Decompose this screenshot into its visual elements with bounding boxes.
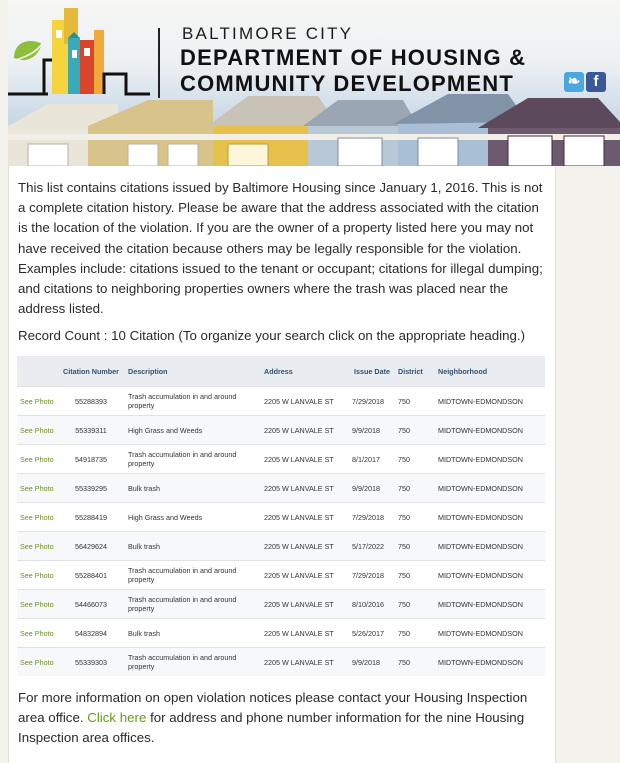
table-row: See Photo 55288419 High Grass and Weeds … bbox=[17, 502, 545, 532]
citation-neighborhood: MIDTOWN-EDMONDSON bbox=[435, 531, 545, 561]
citation-issue-date: 8/10/2016 bbox=[349, 589, 395, 619]
citation-neighborhood: MIDTOWN-EDMONDSON bbox=[435, 589, 545, 619]
citation-neighborhood: MIDTOWN-EDMONDSON bbox=[435, 473, 545, 503]
table-row: See Photo 54466073 Trash accumulation in… bbox=[17, 589, 545, 619]
citation-number: 56429624 bbox=[57, 531, 125, 561]
table-row: See Photo 55288401 Trash accumulation in… bbox=[17, 560, 545, 590]
citation-number: 55288393 bbox=[57, 386, 125, 416]
citation-address: 2205 W LANVALE ST bbox=[261, 386, 349, 416]
col-address-header[interactable]: Address bbox=[261, 356, 349, 387]
citation-address: 2205 W LANVALE ST bbox=[261, 502, 349, 532]
citation-district: 750 bbox=[395, 444, 435, 474]
table-header-row: Citation Number Description Address Issu… bbox=[17, 356, 545, 387]
citation-district: 750 bbox=[395, 647, 435, 676]
citation-neighborhood: MIDTOWN-EDMONDSON bbox=[435, 415, 545, 445]
col-issue-date-header[interactable]: Issue Date bbox=[349, 356, 395, 387]
citation-address: 2205 W LANVALE ST bbox=[261, 589, 349, 619]
citation-address: 2205 W LANVALE ST bbox=[261, 618, 349, 648]
record-count: Record Count : 10 Citation (To organize … bbox=[18, 328, 526, 343]
col-citation-number-header[interactable]: Citation Number bbox=[57, 356, 125, 387]
citation-address: 2205 W LANVALE ST bbox=[261, 531, 349, 561]
citation-address: 2205 W LANVALE ST bbox=[261, 415, 349, 445]
col-description-header[interactable]: Description bbox=[125, 356, 261, 387]
citation-district: 750 bbox=[395, 502, 435, 532]
citation-number: 55339311 bbox=[57, 415, 125, 445]
see-photo-link[interactable]: See Photo bbox=[17, 618, 57, 648]
citation-district: 750 bbox=[395, 589, 435, 619]
see-photo-link[interactable]: See Photo bbox=[17, 386, 57, 416]
citation-issue-date: 8/1/2017 bbox=[349, 444, 395, 474]
citation-neighborhood: MIDTOWN-EDMONDSON bbox=[435, 386, 545, 416]
citation-description: Trash accumulation in and around propert… bbox=[125, 647, 261, 676]
click-here-link[interactable]: Click here bbox=[87, 710, 146, 725]
see-photo-link[interactable]: See Photo bbox=[17, 473, 57, 503]
citation-description: Trash accumulation in and around propert… bbox=[125, 560, 261, 590]
citation-district: 750 bbox=[395, 531, 435, 561]
footer-info: For more information on open violation n… bbox=[18, 688, 546, 749]
citation-issue-date: 9/9/2018 bbox=[349, 647, 395, 676]
citation-description: Bulk trash bbox=[125, 618, 261, 648]
citation-address: 2205 W LANVALE ST bbox=[261, 647, 349, 676]
citation-issue-date: 7/29/2018 bbox=[349, 386, 395, 416]
citation-neighborhood: MIDTOWN-EDMONDSON bbox=[435, 618, 545, 648]
citation-issue-date: 7/29/2018 bbox=[349, 560, 395, 590]
table-row: See Photo 55339311 High Grass and Weeds … bbox=[17, 415, 545, 445]
citation-district: 750 bbox=[395, 560, 435, 590]
citation-number: 54466073 bbox=[57, 589, 125, 619]
citation-description: Trash accumulation in and around propert… bbox=[125, 386, 261, 416]
citations-table: Citation Number Description Address Issu… bbox=[17, 356, 545, 676]
citation-description: Trash accumulation in and around propert… bbox=[125, 444, 261, 474]
table-row: See Photo 55339303 Trash accumulation in… bbox=[17, 647, 545, 676]
citation-district: 750 bbox=[395, 386, 435, 416]
table-row: See Photo 54918735 Trash accumulation in… bbox=[17, 444, 545, 474]
see-photo-link[interactable]: See Photo bbox=[17, 647, 57, 676]
citation-district: 750 bbox=[395, 618, 435, 648]
table-row: See Photo 54832894 Bulk trash 2205 W LAN… bbox=[17, 618, 545, 648]
citation-number: 54832894 bbox=[57, 618, 125, 648]
citation-address: 2205 W LANVALE ST bbox=[261, 473, 349, 503]
header-banner: BALTIMORE CITY DEPARTMENT OF HOUSING & C… bbox=[8, 0, 620, 166]
see-photo-link[interactable]: See Photo bbox=[17, 502, 57, 532]
citation-address: 2205 W LANVALE ST bbox=[261, 560, 349, 590]
citation-number: 54918735 bbox=[57, 444, 125, 474]
table-row: See Photo 56429624 Bulk trash 2205 W LAN… bbox=[17, 531, 545, 561]
dhcd-logo-icon bbox=[8, 8, 150, 96]
see-photo-link[interactable]: See Photo bbox=[17, 531, 57, 561]
citation-number: 55339295 bbox=[57, 473, 125, 503]
see-photo-link[interactable]: See Photo bbox=[17, 415, 57, 445]
see-photo-link[interactable]: See Photo bbox=[17, 444, 57, 474]
col-district-header[interactable]: District bbox=[395, 356, 435, 387]
citation-issue-date: 9/9/2018 bbox=[349, 415, 395, 445]
citation-description: High Grass and Weeds bbox=[125, 502, 261, 532]
see-photo-link[interactable]: See Photo bbox=[17, 589, 57, 619]
col-photo-header bbox=[17, 356, 57, 387]
citation-neighborhood: MIDTOWN-EDMONDSON bbox=[435, 647, 545, 676]
citation-issue-date: 7/29/2018 bbox=[349, 502, 395, 532]
intro-paragraph: This list contains citations issued by B… bbox=[18, 180, 543, 317]
col-neighborhood-header[interactable]: Neighborhood bbox=[435, 356, 545, 387]
citation-number: 55288419 bbox=[57, 502, 125, 532]
citation-issue-date: 5/17/2022 bbox=[349, 531, 395, 561]
citation-description: Bulk trash bbox=[125, 473, 261, 503]
citation-issue-date: 9/9/2018 bbox=[349, 473, 395, 503]
citation-description: Bulk trash bbox=[125, 531, 261, 561]
citation-district: 750 bbox=[395, 415, 435, 445]
citation-number: 55288401 bbox=[57, 560, 125, 590]
citation-neighborhood: MIDTOWN-EDMONDSON bbox=[435, 444, 545, 474]
citation-description: Trash accumulation in and around propert… bbox=[125, 589, 261, 619]
header-city: BALTIMORE CITY bbox=[182, 24, 354, 43]
table-row: See Photo 55339295 Bulk trash 2205 W LAN… bbox=[17, 473, 545, 503]
citation-neighborhood: MIDTOWN-EDMONDSON bbox=[435, 560, 545, 590]
citation-description: High Grass and Weeds bbox=[125, 415, 261, 445]
citation-address: 2205 W LANVALE ST bbox=[261, 444, 349, 474]
citation-number: 55339303 bbox=[57, 647, 125, 676]
see-photo-link[interactable]: See Photo bbox=[17, 560, 57, 590]
citation-neighborhood: MIDTOWN-EDMONDSON bbox=[435, 502, 545, 532]
rowhouses-illustration bbox=[8, 94, 620, 166]
citation-issue-date: 5/26/2017 bbox=[349, 618, 395, 648]
citation-district: 750 bbox=[395, 473, 435, 503]
header-department: DEPARTMENT OF HOUSING & bbox=[180, 45, 527, 70]
table-row: See Photo 55288393 Trash accumulation in… bbox=[17, 386, 545, 416]
